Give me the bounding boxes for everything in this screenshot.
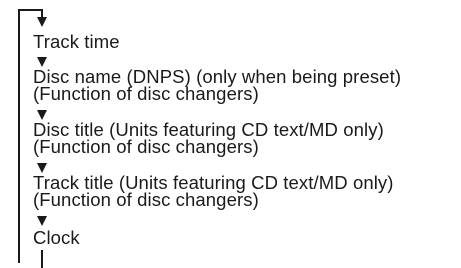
step-note-disc-changers: (Function of disc changers) (33, 189, 259, 210)
loop-back-left-line (18, 9, 20, 263)
step-label-track-time: Track time (33, 31, 120, 52)
step-note-disc-changers: (Function of disc changers) (33, 83, 259, 104)
step-label-clock: Clock (33, 227, 80, 248)
return-tail-line (41, 250, 43, 268)
arrow-down-icon (36, 216, 47, 226)
step-note-disc-changers: (Function of disc changers) (33, 136, 259, 157)
display-cycle-flowchart: Track time Disc name (DNPS) (only when b… (0, 0, 461, 268)
arrow-down-icon (36, 17, 47, 27)
loop-back-top-line (18, 9, 43, 11)
